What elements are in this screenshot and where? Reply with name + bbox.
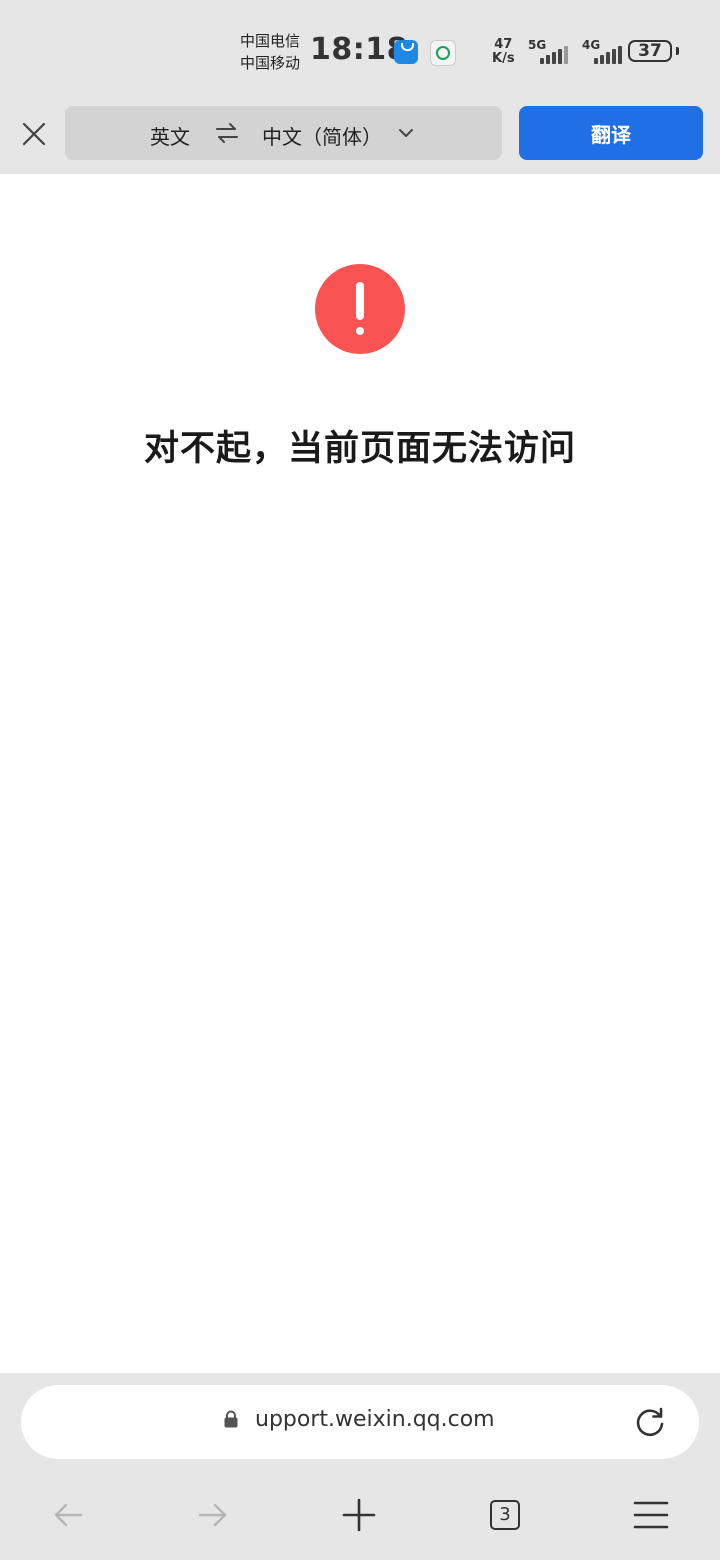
shopping-bag-icon	[394, 40, 418, 64]
tabs-button[interactable]: 3	[485, 1495, 525, 1535]
error-icon	[315, 264, 405, 354]
arrow-left-icon	[54, 1503, 83, 1527]
swap-icon[interactable]	[215, 122, 239, 144]
source-language[interactable]: 英文	[150, 121, 190, 150]
close-translate-button[interactable]	[14, 114, 54, 154]
battery-level: 37	[638, 41, 662, 61]
address-bar[interactable]: upport.weixin.qq.com	[21, 1385, 699, 1459]
bank-app-icon	[430, 40, 456, 66]
carrier-2: 中国移动	[240, 54, 301, 72]
menu-button[interactable]	[631, 1495, 671, 1535]
forward-button[interactable]	[193, 1495, 233, 1535]
new-tab-button[interactable]	[339, 1495, 379, 1535]
network-speed: 47 K/s	[492, 38, 515, 66]
plus-icon	[342, 1498, 376, 1532]
carrier-1: 中国电信	[240, 32, 301, 50]
language-selector[interactable]: 英文 中文（简体）	[65, 106, 502, 160]
menu-icon	[633, 1501, 669, 1529]
lock-icon	[224, 1410, 238, 1428]
tab-count: 3	[490, 1500, 520, 1530]
browser-bottom-bar: upport.weixin.qq.com 3	[0, 1373, 720, 1560]
chevron-down-icon[interactable]	[398, 126, 414, 140]
url-text[interactable]: upport.weixin.qq.com	[255, 1407, 495, 1432]
error-title: 对不起，当前页面无法访问	[143, 429, 576, 469]
translate-bar: 英文 中文（简体） 翻译	[0, 96, 720, 174]
back-button[interactable]	[48, 1495, 88, 1535]
close-icon	[22, 122, 46, 146]
network-speed-unit: K/s	[492, 51, 515, 66]
battery-tip	[676, 47, 679, 55]
battery-icon: 37	[628, 40, 672, 62]
arrow-right-icon	[198, 1503, 227, 1527]
reload-icon[interactable]	[633, 1405, 667, 1439]
carrier-info: 中国电信 中国移动	[240, 30, 300, 74]
status-bar: 中国电信 中国移动 18:18 47 K/s 5G 4G 37	[0, 0, 720, 96]
translate-button[interactable]: 翻译	[519, 106, 703, 160]
signal-5g-icon: 5G	[528, 38, 574, 66]
target-language[interactable]: 中文（简体）	[262, 121, 382, 150]
network-speed-value: 47	[494, 37, 513, 52]
signal-4g-icon: 4G	[582, 38, 628, 66]
